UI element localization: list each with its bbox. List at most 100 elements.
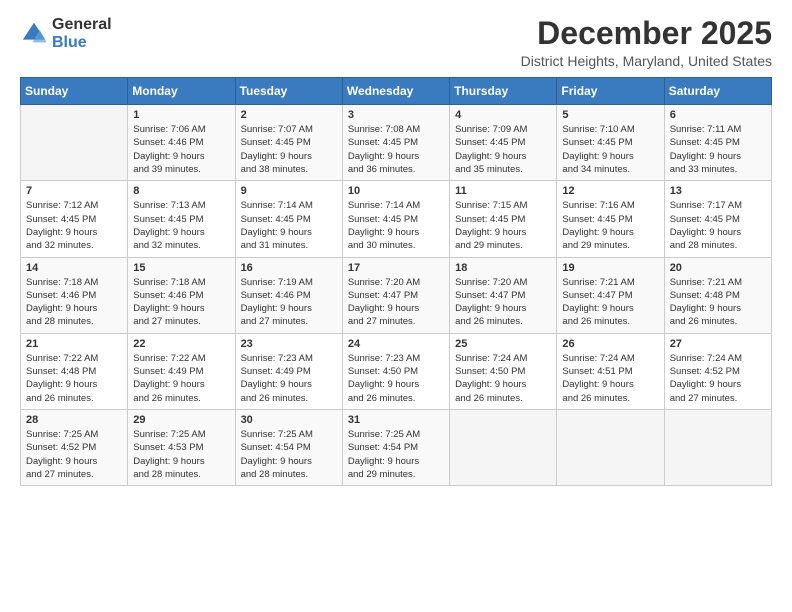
day-info: Sunrise: 7:15 AMSunset: 4:45 PMDaylight:… <box>455 199 551 252</box>
day-info: Sunrise: 7:25 AMSunset: 4:54 PMDaylight:… <box>241 428 337 481</box>
calendar-cell: 17Sunrise: 7:20 AMSunset: 4:47 PMDayligh… <box>342 257 449 333</box>
header: General Blue December 2025 District Heig… <box>20 16 772 69</box>
day-number: 24 <box>348 338 444 350</box>
calendar-cell: 20Sunrise: 7:21 AMSunset: 4:48 PMDayligh… <box>664 257 771 333</box>
day-info: Sunrise: 7:12 AMSunset: 4:45 PMDaylight:… <box>26 199 122 252</box>
day-number: 4 <box>455 109 551 121</box>
title-block: December 2025 District Heights, Maryland… <box>521 16 772 69</box>
day-number: 11 <box>455 185 551 197</box>
calendar-cell: 13 Sunrise: 7:17 AMSunset: 4:45 PMDayligh… <box>664 181 771 257</box>
logo: General Blue <box>20 16 112 51</box>
day-number: 25 <box>455 338 551 350</box>
calendar-cell: 29Sunrise: 7:25 AMSunset: 4:53 PMDayligh… <box>128 409 235 485</box>
calendar-cell: 6 Sunrise: 7:11 AMSunset: 4:45 PMDaylight… <box>664 105 771 181</box>
day-info: Sunrise: 7:22 AMSunset: 4:49 PMDaylight:… <box>133 352 229 405</box>
calendar-day-header: Tuesday <box>235 78 342 105</box>
day-number: 14 <box>26 262 122 274</box>
location-title: District Heights, Maryland, United State… <box>521 53 772 69</box>
calendar-cell: 21 Sunrise: 7:22 AMSunset: 4:48 PMDayligh… <box>21 333 128 409</box>
day-info: Sunrise: 7:14 AMSunset: 4:45 PMDaylight:… <box>348 199 444 252</box>
day-info: Sunrise: 7:18 AMSunset: 4:46 PMDaylight:… <box>133 276 229 329</box>
day-number: 28 <box>26 414 122 426</box>
day-number: 27 <box>670 338 766 350</box>
calendar-cell: 7Sunrise: 7:12 AMSunset: 4:45 PMDaylight… <box>21 181 128 257</box>
calendar-day-header: Thursday <box>450 78 557 105</box>
calendar-cell: 31Sunrise: 7:25 AMSunset: 4:54 PMDayligh… <box>342 409 449 485</box>
day-info: Sunrise: 7:22 AMSunset: 4:48 PMDaylight:… <box>26 352 122 405</box>
logo-general-text: General <box>52 16 112 34</box>
day-info: Sunrise: 7:19 AMSunset: 4:46 PMDaylight:… <box>241 276 337 329</box>
day-number: 1 <box>133 109 229 121</box>
calendar-cell: 28 Sunrise: 7:25 AMSunset: 4:52 PMDayligh… <box>21 409 128 485</box>
calendar-cell: 1 Sunrise: 7:06 AMSunset: 4:46 PMDaylight… <box>128 105 235 181</box>
day-number: 9 <box>241 185 337 197</box>
calendar-cell: 3Sunrise: 7:08 AMSunset: 4:45 PMDaylight… <box>342 105 449 181</box>
day-info: Sunrise: 7:11 AMSunset: 4:45 PMDaylight:… <box>670 123 766 176</box>
day-info: Sunrise: 7:16 AMSunset: 4:45 PMDaylight:… <box>562 199 658 252</box>
calendar-table: SundayMondayTuesdayWednesdayThursdayFrid… <box>20 77 772 486</box>
calendar-week-row: 28 Sunrise: 7:25 AMSunset: 4:52 PMDayligh… <box>21 409 772 485</box>
day-number: 30 <box>241 414 337 426</box>
calendar-cell: 9 Sunrise: 7:14 AMSunset: 4:45 PMDaylight… <box>235 181 342 257</box>
calendar-cell: 11 Sunrise: 7:15 AMSunset: 4:45 PMDayligh… <box>450 181 557 257</box>
day-info: Sunrise: 7:13 AMSunset: 4:45 PMDaylight:… <box>133 199 229 252</box>
logo-icon <box>20 20 48 48</box>
calendar-cell: 23Sunrise: 7:23 AMSunset: 4:49 PMDayligh… <box>235 333 342 409</box>
day-number: 19 <box>562 262 658 274</box>
calendar-cell: 2Sunrise: 7:07 AMSunset: 4:45 PMDaylight… <box>235 105 342 181</box>
day-info: Sunrise: 7:14 AMSunset: 4:45 PMDaylight:… <box>241 199 337 252</box>
day-info: Sunrise: 7:08 AMSunset: 4:45 PMDaylight:… <box>348 123 444 176</box>
calendar-day-header: Wednesday <box>342 78 449 105</box>
calendar-day-header: Saturday <box>664 78 771 105</box>
day-info: Sunrise: 7:21 AMSunset: 4:47 PMDaylight:… <box>562 276 658 329</box>
calendar-day-header: Friday <box>557 78 664 105</box>
day-number: 5 <box>562 109 658 121</box>
calendar-cell: 10 Sunrise: 7:14 AMSunset: 4:45 PMDayligh… <box>342 181 449 257</box>
calendar-week-row: 7Sunrise: 7:12 AMSunset: 4:45 PMDaylight… <box>21 181 772 257</box>
day-number: 20 <box>670 262 766 274</box>
logo-text: General Blue <box>52 16 112 51</box>
day-number: 6 <box>670 109 766 121</box>
day-info: Sunrise: 7:24 AMSunset: 4:52 PMDaylight:… <box>670 352 766 405</box>
calendar-cell: 15Sunrise: 7:18 AMSunset: 4:46 PMDayligh… <box>128 257 235 333</box>
day-info: Sunrise: 7:20 AMSunset: 4:47 PMDaylight:… <box>455 276 551 329</box>
day-info: Sunrise: 7:23 AMSunset: 4:50 PMDaylight:… <box>348 352 444 405</box>
calendar-week-row: 1 Sunrise: 7:06 AMSunset: 4:46 PMDaylight… <box>21 105 772 181</box>
day-number: 21 <box>26 338 122 350</box>
day-info: Sunrise: 7:07 AMSunset: 4:45 PMDaylight:… <box>241 123 337 176</box>
day-number: 10 <box>348 185 444 197</box>
day-info: Sunrise: 7:06 AMSunset: 4:46 PMDaylight:… <box>133 123 229 176</box>
day-number: 8 <box>133 185 229 197</box>
calendar-cell: 14 Sunrise: 7:18 AMSunset: 4:46 PMDayligh… <box>21 257 128 333</box>
day-info: Sunrise: 7:25 AMSunset: 4:52 PMDaylight:… <box>26 428 122 481</box>
calendar-header-row: SundayMondayTuesdayWednesdayThursdayFrid… <box>21 78 772 105</box>
day-number: 22 <box>133 338 229 350</box>
day-info: Sunrise: 7:17 AMSunset: 4:45 PMDaylight:… <box>670 199 766 252</box>
day-info: Sunrise: 7:24 AMSunset: 4:51 PMDaylight:… <box>562 352 658 405</box>
day-number: 18 <box>455 262 551 274</box>
day-info: Sunrise: 7:24 AMSunset: 4:50 PMDaylight:… <box>455 352 551 405</box>
calendar-cell: 30 Sunrise: 7:25 AMSunset: 4:54 PMDayligh… <box>235 409 342 485</box>
day-info: Sunrise: 7:09 AMSunset: 4:45 PMDaylight:… <box>455 123 551 176</box>
day-info: Sunrise: 7:23 AMSunset: 4:49 PMDaylight:… <box>241 352 337 405</box>
day-number: 13 <box>670 185 766 197</box>
day-number: 12 <box>562 185 658 197</box>
calendar-cell <box>21 105 128 181</box>
calendar-cell: 27 Sunrise: 7:24 AMSunset: 4:52 PMDayligh… <box>664 333 771 409</box>
calendar-cell: 26Sunrise: 7:24 AMSunset: 4:51 PMDayligh… <box>557 333 664 409</box>
calendar-cell: 8 Sunrise: 7:13 AMSunset: 4:45 PMDaylight… <box>128 181 235 257</box>
logo-blue-text: Blue <box>52 34 112 52</box>
calendar-cell: 12 Sunrise: 7:16 AMSunset: 4:45 PMDayligh… <box>557 181 664 257</box>
calendar-cell: 19 Sunrise: 7:21 AMSunset: 4:47 PMDayligh… <box>557 257 664 333</box>
calendar-cell: 18 Sunrise: 7:20 AMSunset: 4:47 PMDayligh… <box>450 257 557 333</box>
calendar-day-header: Monday <box>128 78 235 105</box>
calendar-cell: 25 Sunrise: 7:24 AMSunset: 4:50 PMDayligh… <box>450 333 557 409</box>
month-title: December 2025 <box>521 16 772 51</box>
day-number: 16 <box>241 262 337 274</box>
calendar-cell <box>450 409 557 485</box>
day-info: Sunrise: 7:18 AMSunset: 4:46 PMDaylight:… <box>26 276 122 329</box>
calendar-cell: 22 Sunrise: 7:22 AMSunset: 4:49 PMDayligh… <box>128 333 235 409</box>
calendar-week-row: 14 Sunrise: 7:18 AMSunset: 4:46 PMDayligh… <box>21 257 772 333</box>
page: General Blue December 2025 District Heig… <box>0 0 792 612</box>
calendar-cell <box>664 409 771 485</box>
